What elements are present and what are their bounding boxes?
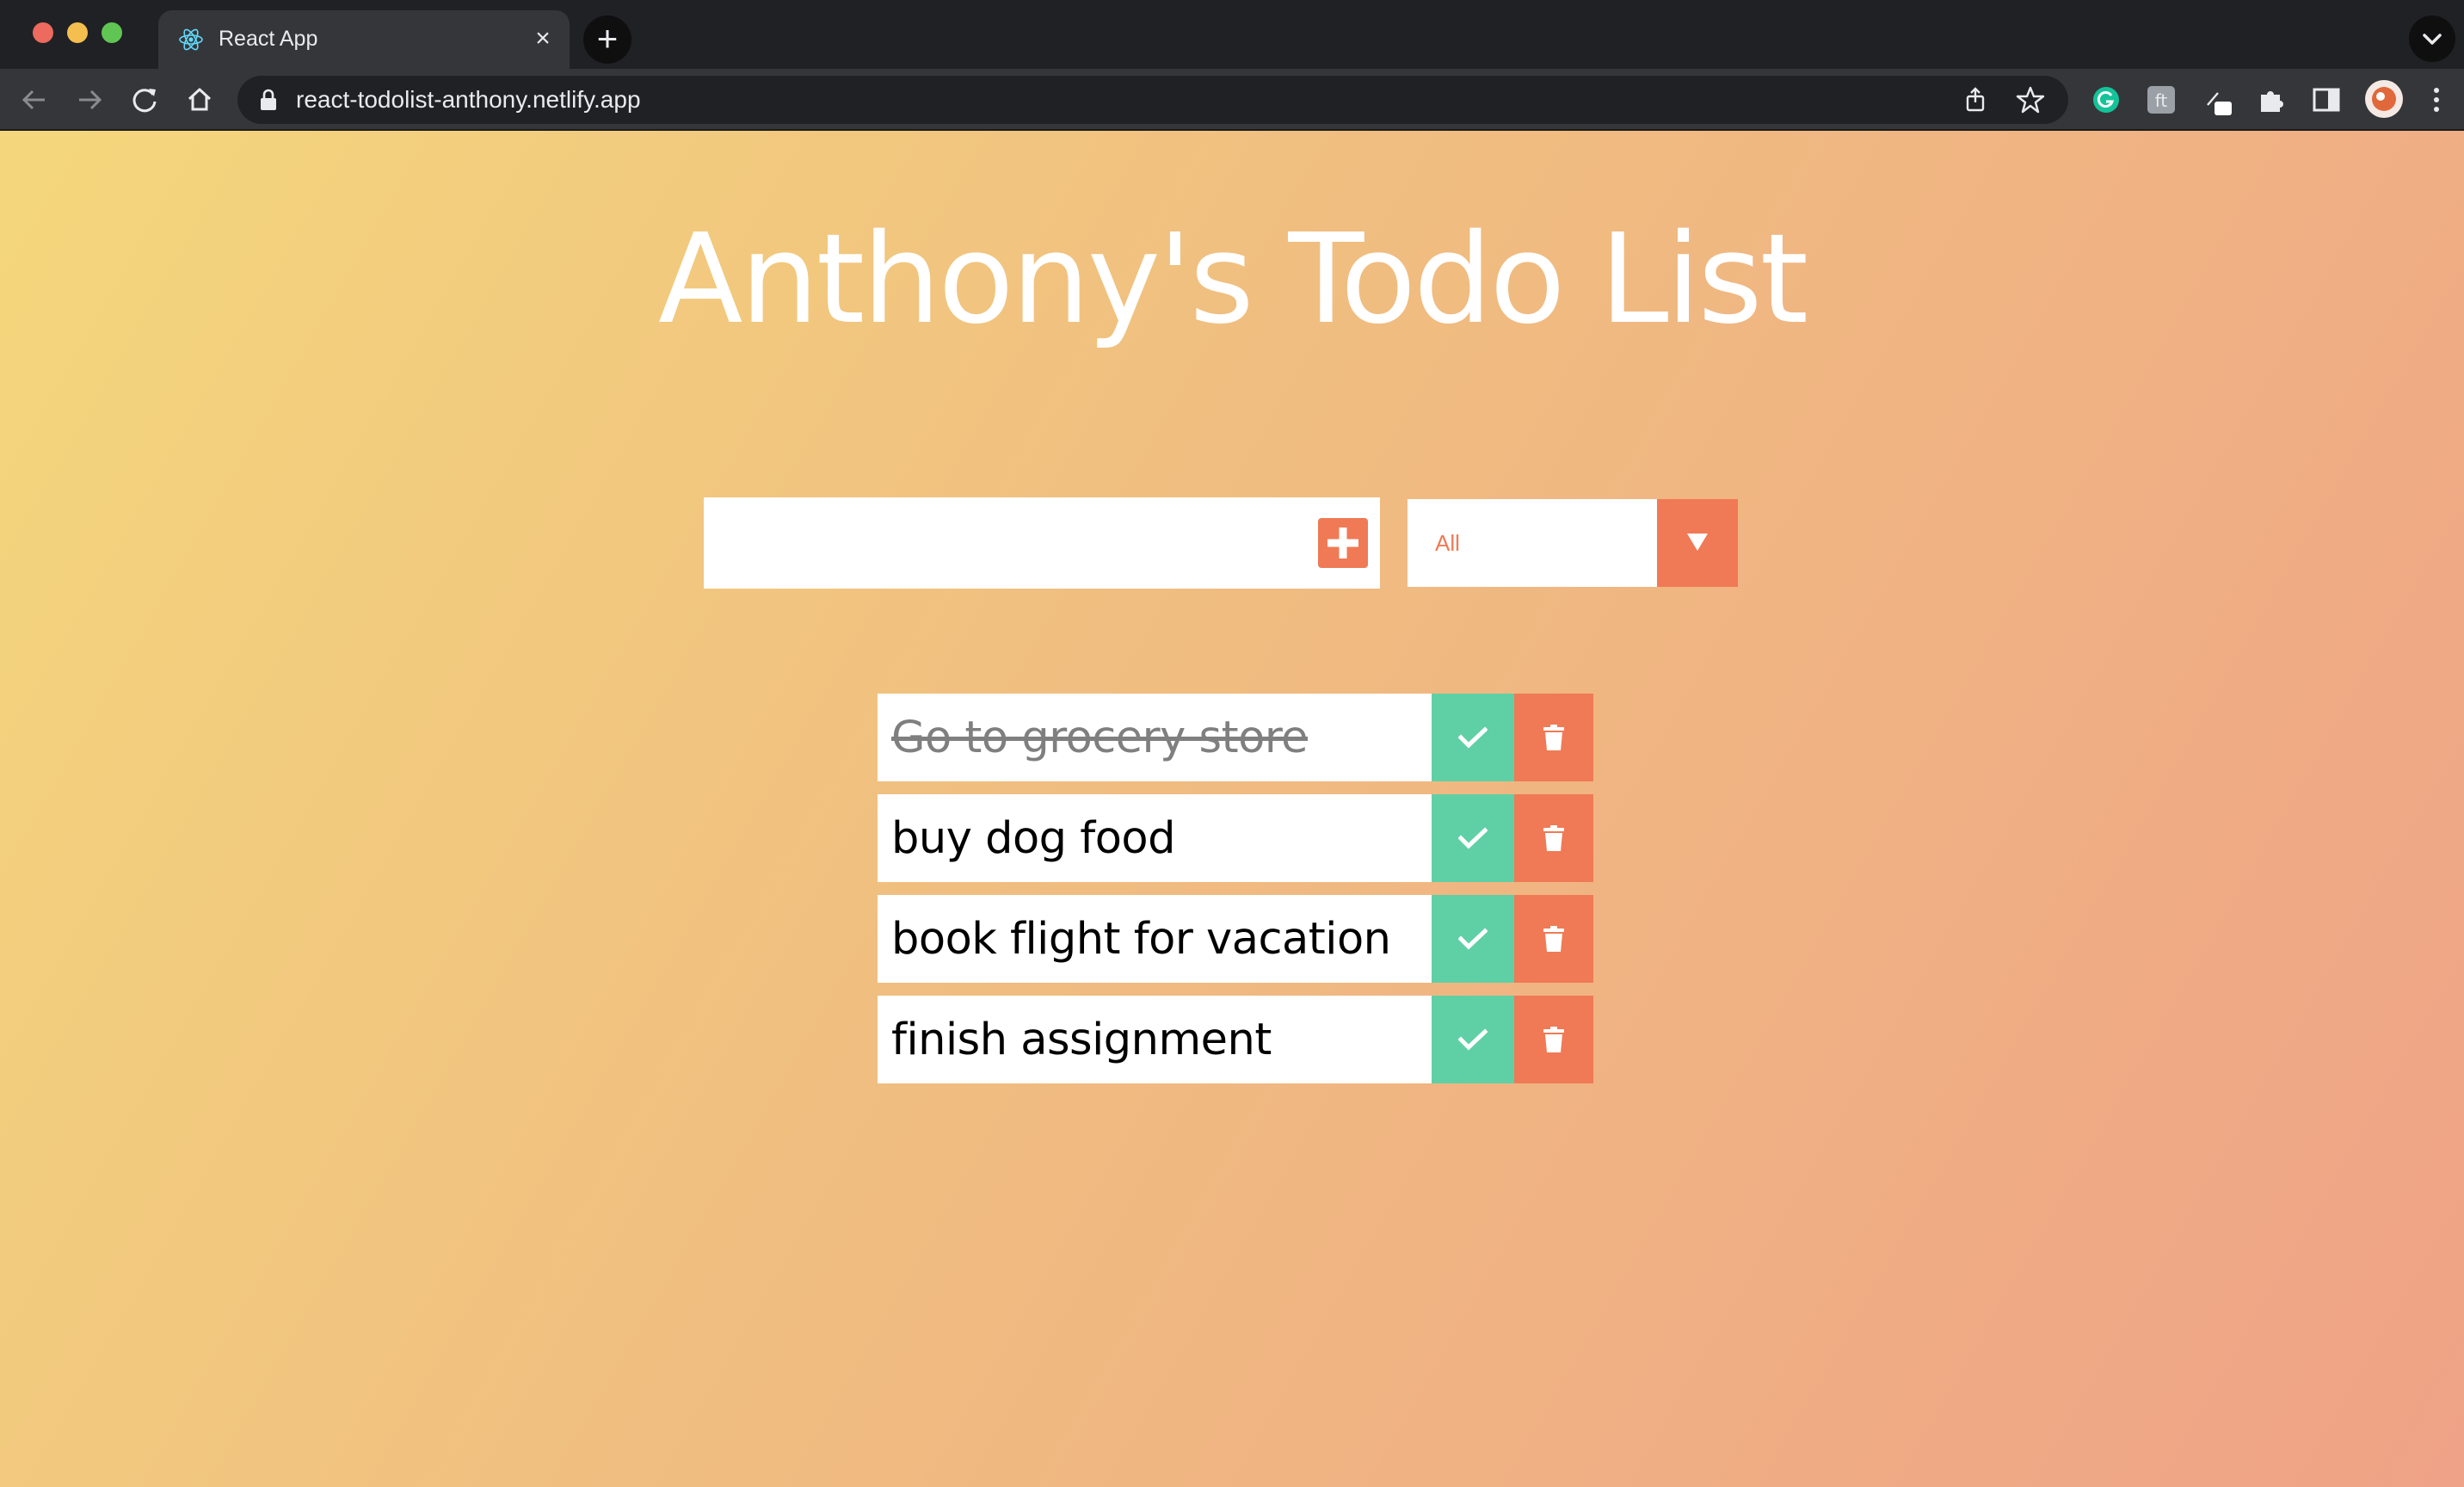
tab-search-button[interactable] (2409, 15, 2455, 62)
tab-close-icon[interactable]: × (527, 22, 559, 55)
todo-item: book flight for vacation (878, 895, 1593, 983)
todo-item: Go to grocery store (878, 694, 1593, 781)
trash-icon (1543, 825, 1564, 851)
page-title: Anthony's Todo List (657, 207, 1808, 351)
todo-text: finish assignment (891, 1015, 1272, 1065)
tab-title: React App (219, 27, 318, 51)
filter-dropdown-arrow[interactable] (1657, 499, 1738, 587)
extension-icon[interactable]: ft (2144, 83, 2178, 117)
reload-button[interactable] (126, 81, 163, 119)
todo-item: finish assignment (878, 996, 1593, 1083)
forward-button[interactable] (71, 81, 108, 119)
check-icon (1458, 1028, 1488, 1051)
new-tab-button[interactable]: + (583, 15, 631, 64)
minimize-window-button[interactable] (67, 22, 88, 43)
todo-text: Go to grocery store (891, 713, 1309, 763)
trash-icon (1543, 1027, 1564, 1052)
complete-button[interactable] (1432, 996, 1514, 1083)
home-icon (188, 88, 212, 111)
todo-item: buy dog food (878, 794, 1593, 882)
url-text: react-todolist-anthony.netlify.app (296, 86, 641, 113)
profile-avatar[interactable] (2364, 79, 2404, 119)
puzzle-extensions-icon[interactable] (2254, 83, 2288, 117)
address-bar[interactable]: react-todolist-anthony.netlify.app (237, 76, 2068, 124)
zoom-window-button[interactable] (102, 22, 122, 43)
complete-button[interactable] (1432, 694, 1514, 781)
delete-button[interactable] (1514, 996, 1593, 1083)
arrow-right-icon (79, 89, 102, 110)
todo-app-page: Anthony's Todo List All Go to grocery st… (0, 131, 2464, 1487)
back-button[interactable] (15, 81, 53, 119)
browser-tab-bar: React App × + (0, 0, 2464, 69)
lock-icon (258, 88, 279, 112)
todo-list: Go to grocery store buy dog food book fl… (878, 694, 1593, 1096)
home-button[interactable] (181, 81, 219, 119)
share-icon[interactable] (1960, 84, 1991, 115)
check-icon (1458, 726, 1488, 749)
side-panel-icon[interactable] (2309, 83, 2344, 117)
bookmark-star-icon[interactable] (2015, 84, 2046, 115)
delete-button[interactable] (1514, 694, 1593, 781)
trash-icon (1543, 725, 1564, 750)
reload-icon (132, 89, 157, 113)
triangle-down-icon (1687, 534, 1708, 551)
todo-text: book flight for vacation (891, 914, 1391, 965)
chevron-down-icon (2423, 34, 2442, 45)
menu-kebab-icon[interactable] (2419, 83, 2454, 117)
complete-button[interactable] (1432, 895, 1514, 983)
grammarly-icon[interactable] (2089, 83, 2123, 117)
color-picker-icon[interactable] (2199, 83, 2233, 117)
delete-button[interactable] (1514, 794, 1593, 882)
complete-button[interactable] (1432, 794, 1514, 882)
trash-icon (1543, 926, 1564, 952)
check-icon (1458, 928, 1488, 950)
close-window-button[interactable] (33, 22, 53, 43)
filter-select[interactable]: All (1408, 499, 1738, 587)
check-icon (1458, 827, 1488, 849)
add-todo-button[interactable] (1318, 518, 1368, 568)
browser-tab[interactable]: React App × (158, 10, 570, 69)
svg-text:ft: ft (2155, 90, 2168, 111)
delete-button[interactable] (1514, 895, 1593, 983)
todo-text: buy dog food (891, 813, 1175, 864)
todo-input[interactable] (704, 497, 1380, 589)
react-logo-icon (177, 26, 205, 53)
browser-toolbar: react-todolist-anthony.netlify.app ft (0, 69, 2464, 131)
arrow-left-icon (22, 89, 45, 110)
filter-selected-value: All (1435, 530, 1460, 556)
